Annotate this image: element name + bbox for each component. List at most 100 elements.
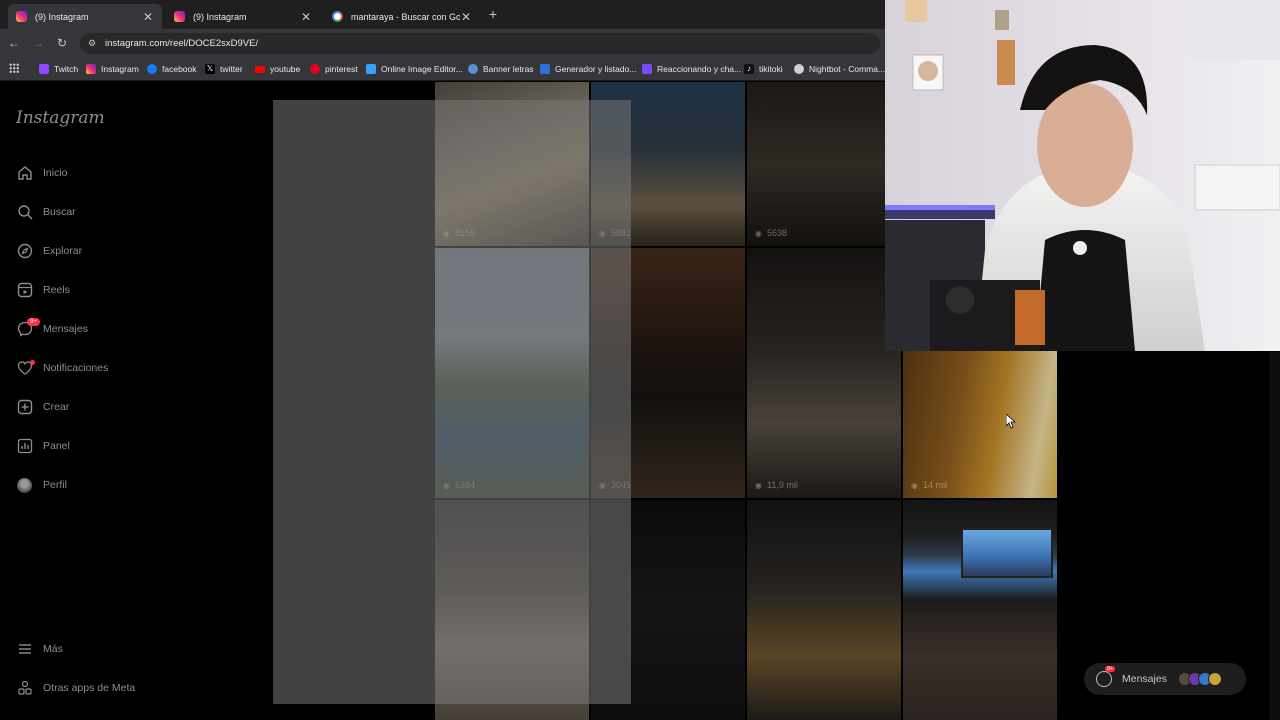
grid-post[interactable]	[903, 500, 1057, 720]
reels-icon	[16, 282, 33, 299]
bookmark-generador[interactable]: Generador y listado...	[540, 63, 636, 75]
nav-label: Buscar	[43, 206, 76, 218]
bookmark-label: twitter	[220, 64, 243, 74]
bookmark-twitter[interactable]: 𝕏 twitter	[205, 63, 243, 75]
site-info-icon[interactable]: ⚙	[88, 38, 99, 49]
menu-icon	[16, 641, 33, 658]
bookmark-label: youtube	[270, 64, 301, 74]
nav-item-crear[interactable]: Crear	[16, 396, 69, 418]
notification-badge: 9+	[27, 317, 40, 326]
close-icon[interactable]: ✕	[142, 10, 154, 24]
home-icon	[16, 165, 33, 182]
browser-tab-strip: (9) Instagram ✕ (9) Instagram ✕ mantaray…	[0, 0, 885, 29]
search-icon	[16, 204, 33, 221]
messages-button[interactable]: 9+ Mensajes	[1084, 663, 1246, 695]
nav-item-otras-apps[interactable]: Otras apps de Meta	[16, 677, 135, 699]
reload-icon[interactable]: ↻	[54, 35, 70, 51]
nav-item-inicio[interactable]: Inicio	[16, 162, 68, 184]
bookmark-label: Online Image Editor...	[381, 64, 463, 74]
avatar	[1208, 672, 1222, 686]
nav-item-notificaciones[interactable]: Notificaciones	[16, 357, 108, 379]
twitch-icon	[39, 64, 49, 74]
nav-label: Notificaciones	[43, 362, 109, 374]
bookmark-label: Twitch	[54, 64, 79, 74]
x-icon: 𝕏	[205, 64, 215, 74]
grid-post[interactable]: ◉ 5638	[747, 82, 901, 246]
back-icon[interactable]: ←	[6, 35, 22, 51]
browser-toolbar: ← → ↻ ⚙ instagram.com/reel/DOCE2sxD9VE/	[0, 29, 885, 58]
eye-icon: ◉	[911, 480, 918, 490]
nav-item-reels[interactable]: Reels	[16, 279, 70, 301]
message-avatars	[1178, 672, 1222, 686]
nav-item-panel[interactable]: Panel	[16, 435, 70, 457]
notification-dot	[30, 359, 35, 365]
nav-label: Mensajes	[43, 323, 88, 335]
bookmark-youtube[interactable]: youtube	[255, 63, 300, 75]
eye-icon: ◉	[755, 480, 762, 490]
pinterest-icon	[310, 64, 320, 74]
bookmark-twitch[interactable]: Twitch	[39, 63, 78, 75]
bookmark-online-image-editor[interactable]: Online Image Editor...	[366, 63, 463, 75]
grid-post[interactable]	[747, 500, 901, 720]
tab-title: mantaraya - Buscar con Google	[351, 11, 460, 22]
address-bar[interactable]: ⚙ instagram.com/reel/DOCE2sxD9VE/	[80, 33, 880, 54]
nav-item-buscar[interactable]: Buscar	[16, 201, 76, 223]
nav-label: Reels	[43, 284, 70, 296]
messenger-icon: 9+	[16, 317, 40, 338]
image-editor-icon	[366, 64, 376, 74]
forward-icon[interactable]: →	[30, 35, 46, 51]
close-icon[interactable]: ✕	[460, 10, 472, 24]
nav-label: Perfil	[43, 479, 67, 491]
nav-label: Otras apps de Meta	[43, 682, 136, 694]
heart-icon	[16, 359, 35, 377]
plus-square-icon	[16, 399, 33, 416]
grid-post[interactable]: ◉ 14 mil	[903, 351, 1057, 498]
bookmark-nightbot[interactable]: Nightbot - Comma...	[794, 63, 885, 75]
url-text: instagram.com/reel/DOCE2sxD9VE/	[105, 38, 259, 49]
browser-tab-instagram-1[interactable]: (9) Instagram ✕	[8, 4, 162, 29]
tab-title: (9) Instagram	[35, 11, 89, 22]
bookmark-instagram[interactable]: Instagram	[86, 63, 139, 75]
webcam-image	[885, 0, 1280, 351]
views-count: ◉ 5638	[755, 228, 788, 238]
new-tab-button[interactable]: +	[486, 6, 500, 22]
bookmark-pinterest[interactable]: pinterest	[310, 63, 358, 75]
nav-label: Crear	[43, 401, 70, 413]
reel-loading-overlay	[273, 100, 631, 704]
tiktok-icon: ♪	[744, 64, 754, 74]
bookmark-facebook[interactable]: facebook	[147, 63, 197, 75]
bookmark-label: pinterest	[325, 64, 358, 74]
bookmark-label: Generador y listado...	[555, 64, 637, 74]
bookmark-reaccionando[interactable]: Reaccionando y cha...	[642, 63, 741, 75]
instagram-sidebar: Instagram Inicio Buscar Explorar Reels 9…	[0, 82, 228, 720]
scrollbar[interactable]	[1269, 352, 1280, 720]
instagram-logo[interactable]: Instagram	[16, 108, 105, 128]
bookmark-label: facebook	[162, 64, 197, 74]
bookmark-tikitoki[interactable]: ♪ tikitoki	[744, 63, 783, 75]
views-count: ◉ 11,9 mil	[755, 480, 798, 490]
nightbot-icon	[794, 64, 804, 74]
chart-icon	[16, 438, 33, 455]
apps-grid-icon[interactable]	[9, 63, 19, 73]
facebook-icon	[147, 64, 157, 74]
instagram-icon	[16, 11, 27, 22]
bookmark-banner-letras[interactable]: Banner letras	[468, 63, 534, 75]
browser-tab-instagram-2[interactable]: (9) Instagram ✕	[166, 4, 320, 29]
bookmark-label: Banner letras	[483, 64, 534, 74]
nav-label: Más	[43, 643, 63, 655]
close-icon[interactable]: ✕	[300, 10, 312, 24]
meta-apps-icon	[16, 680, 33, 697]
grid-post[interactable]: ◉ 11,9 mil	[747, 248, 901, 498]
banner-icon	[468, 64, 478, 74]
tab-title: (9) Instagram	[193, 11, 247, 22]
eye-icon: ◉	[755, 228, 762, 238]
instagram-icon	[86, 64, 96, 74]
instagram-icon	[174, 11, 185, 22]
browser-tab-google[interactable]: mantaraya - Buscar con Google ✕	[324, 4, 480, 29]
nav-item-mensajes[interactable]: 9+ Mensajes	[16, 317, 88, 340]
compass-icon	[16, 243, 33, 260]
bookmark-label: Instagram	[101, 64, 139, 74]
nav-item-perfil[interactable]: Perfil	[16, 474, 67, 496]
nav-item-explorar[interactable]: Explorar	[16, 240, 82, 262]
nav-item-mas[interactable]: Más	[16, 638, 63, 660]
